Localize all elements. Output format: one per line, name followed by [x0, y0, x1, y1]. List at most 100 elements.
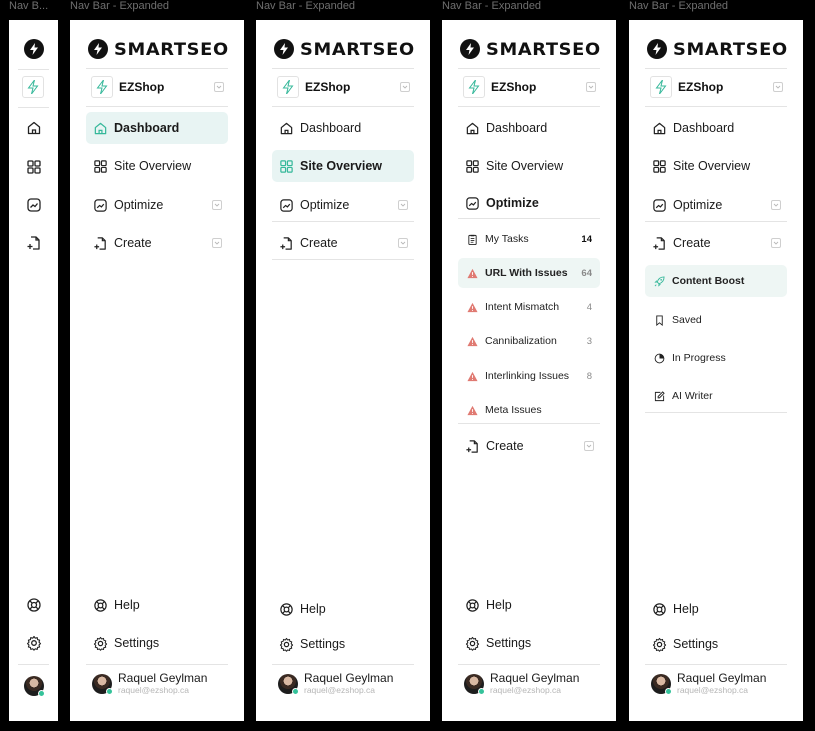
- nav-item-dashboard[interactable]: Dashboard: [272, 112, 414, 144]
- settings-link[interactable]: Settings: [278, 634, 345, 654]
- avatar[interactable]: [24, 676, 45, 697]
- user-profile[interactable]: Raquel Geylman raquel@ezshop.ca: [278, 672, 393, 695]
- nav-item-optimize[interactable]: Optimize: [86, 189, 228, 221]
- sub-item-my-tasks[interactable]: My Tasks 14: [458, 224, 600, 254]
- nav-label-create: Create: [486, 439, 524, 453]
- grid-icon[interactable]: [25, 158, 42, 175]
- progress-pie-icon: [653, 352, 665, 364]
- sub-label: Intent Mismatch: [485, 301, 560, 313]
- help-link[interactable]: Help: [278, 599, 326, 619]
- help-link[interactable]: Help: [464, 595, 512, 615]
- help-label: Help: [300, 602, 326, 616]
- brand-logo[interactable]: SMARTSEO: [88, 39, 228, 59]
- nav-item-site-overview[interactable]: Site Overview: [86, 150, 228, 182]
- chevron-down-icon[interactable]: [586, 82, 596, 92]
- sub-item-meta-issues[interactable]: Meta Issues: [458, 395, 600, 425]
- sub-item-in-progress[interactable]: In Progress: [645, 343, 787, 373]
- user-profile[interactable]: Raquel Geylman raquel@ezshop.ca: [651, 672, 766, 695]
- settings-link[interactable]: Settings: [92, 633, 159, 653]
- user-email: raquel@ezshop.ca: [490, 685, 562, 695]
- shop-switcher[interactable]: EZShop: [463, 76, 596, 98]
- sub-label: Saved: [672, 314, 702, 326]
- nav-bar-expanded-dashboard: SMARTSEO EZShop Dashboard Site Overview …: [70, 20, 244, 721]
- sub-item-cannibalization[interactable]: Cannibalization 3: [458, 326, 600, 356]
- trend-icon[interactable]: [25, 196, 42, 213]
- user-profile[interactable]: Raquel Geylman raquel@ezshop.ca: [464, 672, 579, 695]
- sub-label: Content Boost: [672, 275, 745, 287]
- nav-item-site-overview[interactable]: Site Overview: [458, 150, 600, 182]
- sub-item-saved[interactable]: Saved: [645, 305, 787, 335]
- online-status-dot: [292, 687, 299, 695]
- nav-bar-expanded-optimize: SMARTSEO EZShop Dashboard Site Overview …: [442, 20, 616, 721]
- brand-logo[interactable]: SMARTSEO: [647, 39, 787, 59]
- warning-icon: [466, 370, 478, 382]
- nav-item-optimize[interactable]: Optimize: [272, 189, 414, 221]
- nav-item-optimize[interactable]: Optimize: [645, 189, 787, 221]
- nav-label-optimize: Optimize: [486, 196, 539, 210]
- nav-label-site-overview: Site Overview: [300, 159, 382, 173]
- settings-label: Settings: [673, 637, 719, 651]
- shop-switcher[interactable]: EZShop: [650, 76, 783, 98]
- chevron-down-icon[interactable]: [400, 82, 410, 92]
- nav-item-create[interactable]: Create: [458, 430, 600, 462]
- help-icon[interactable]: [25, 596, 42, 613]
- shop-switcher[interactable]: EZShop: [277, 76, 410, 98]
- nav-item-dashboard[interactable]: Dashboard: [645, 112, 787, 144]
- online-status-dot: [478, 687, 485, 695]
- chevron-down-icon[interactable]: [398, 238, 408, 248]
- settings-label: Settings: [486, 636, 532, 650]
- nav-item-optimize[interactable]: Optimize: [458, 187, 600, 219]
- avatar: [92, 673, 113, 695]
- chevron-down-icon[interactable]: [212, 238, 222, 248]
- chevron-down-icon[interactable]: [584, 441, 594, 451]
- user-email: raquel@ezshop.ca: [304, 685, 376, 695]
- help-link[interactable]: Help: [651, 599, 699, 619]
- nav-item-create[interactable]: Create: [645, 227, 787, 259]
- help-label: Help: [486, 598, 512, 612]
- create-file-icon[interactable]: [25, 234, 42, 251]
- nav-item-site-overview[interactable]: Site Overview: [645, 150, 787, 182]
- sub-label: Interlinking Issues: [485, 370, 570, 382]
- nav-item-create[interactable]: Create: [86, 227, 228, 259]
- brand-logo[interactable]: SMARTSEO: [274, 39, 414, 59]
- grid-icon: [278, 158, 294, 174]
- brand-name: SMARTSEO: [300, 39, 415, 59]
- settings-link[interactable]: Settings: [651, 634, 718, 654]
- chevron-down-icon[interactable]: [771, 238, 781, 248]
- sub-item-url-with-issues[interactable]: URL With Issues 64: [458, 258, 600, 288]
- shop-bolt-icon: [277, 76, 299, 98]
- shop-switcher-icon[interactable]: [22, 76, 44, 98]
- home-icon[interactable]: [25, 119, 42, 136]
- nav-label-create: Create: [114, 236, 152, 250]
- nav-label-dashboard: Dashboard: [114, 121, 180, 135]
- user-profile[interactable]: Raquel Geylman raquel@ezshop.ca: [92, 672, 207, 695]
- bolt-logo-icon: [88, 39, 108, 59]
- shop-switcher[interactable]: EZShop: [91, 76, 224, 98]
- help-link[interactable]: Help: [92, 595, 140, 615]
- chevron-down-icon[interactable]: [398, 200, 408, 210]
- nav-label-dashboard: Dashboard: [673, 121, 735, 135]
- sub-item-content-boost[interactable]: Content Boost: [645, 265, 787, 297]
- sub-item-intent-mismatch[interactable]: Intent Mismatch 4: [458, 292, 600, 322]
- sub-item-ai-writer[interactable]: AI Writer: [645, 381, 787, 411]
- brand-logo[interactable]: SMARTSEO: [460, 39, 600, 59]
- settings-gear-icon[interactable]: [25, 634, 42, 651]
- trend-icon: [651, 197, 667, 213]
- nav-item-create[interactable]: Create: [272, 227, 414, 259]
- chevron-down-icon[interactable]: [771, 200, 781, 210]
- task-count: 14: [581, 233, 592, 245]
- chevron-down-icon[interactable]: [214, 82, 224, 92]
- sub-label: URL With Issues: [485, 267, 568, 279]
- bolt-logo-icon[interactable]: [24, 39, 44, 59]
- nav-item-site-overview[interactable]: Site Overview: [272, 150, 414, 182]
- chevron-down-icon[interactable]: [773, 82, 783, 92]
- nav-label-create: Create: [300, 236, 338, 250]
- settings-link[interactable]: Settings: [464, 633, 531, 653]
- nav-item-dashboard[interactable]: Dashboard: [86, 112, 228, 144]
- help-icon: [278, 601, 294, 617]
- settings-gear-icon: [464, 635, 480, 651]
- sub-item-interlinking-issues[interactable]: Interlinking Issues 8: [458, 361, 600, 391]
- chevron-down-icon[interactable]: [212, 200, 222, 210]
- user-name: Raquel Geylman: [118, 671, 208, 685]
- nav-item-dashboard[interactable]: Dashboard: [458, 112, 600, 144]
